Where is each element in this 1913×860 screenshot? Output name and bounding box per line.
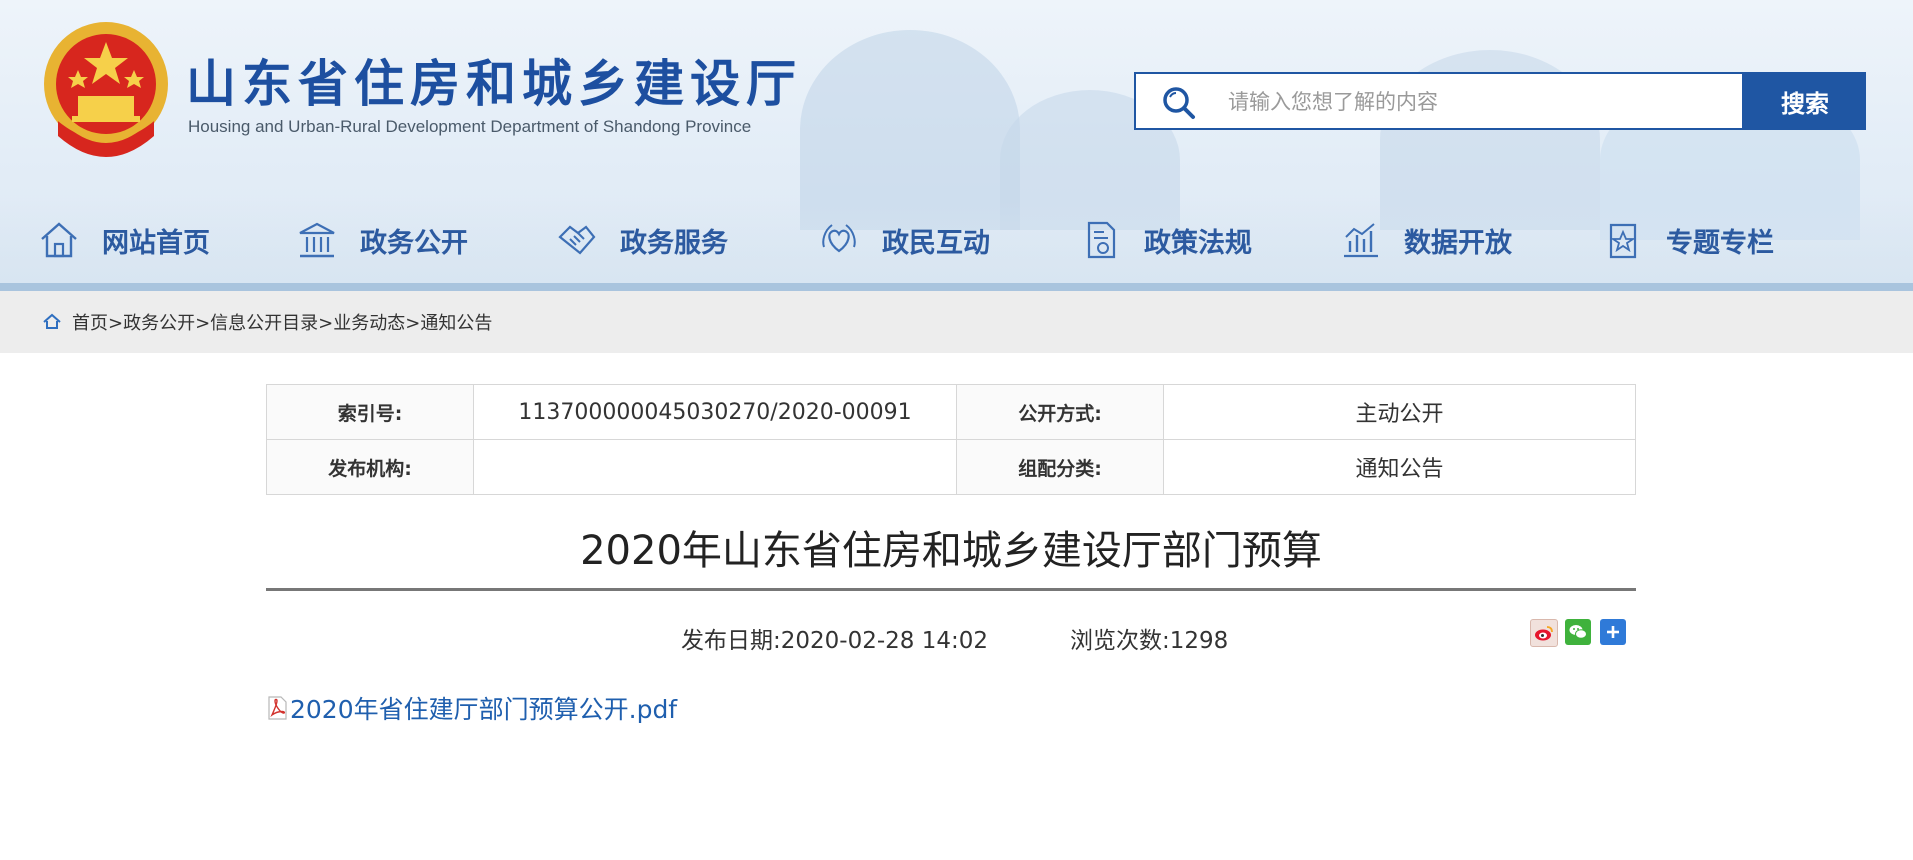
nav-item-government-services[interactable]: 政务服务 (556, 210, 728, 270)
site-title: 山东省住房和城乡建设厅 (186, 55, 802, 113)
nav-item-policies[interactable]: 政策法规 (1080, 210, 1252, 270)
star-document-icon (1609, 223, 1637, 259)
site-subtitle: Housing and Urban-Rural Development Depa… (188, 117, 752, 136)
document-meta-table: 索引号: 11370000004503027​0/2020-00091 公开方式… (266, 384, 1636, 495)
nav-item-open-data[interactable]: 数据开放 (1340, 210, 1512, 270)
article-title: 2020年山东省住房和城乡建设厅部门预算 (580, 528, 1322, 574)
government-building-icon (299, 222, 335, 258)
breadcrumb-text[interactable]: 首页>政务公开>信息公开目录>业务动态>通知公告 (72, 309, 492, 335)
document-icon (1087, 221, 1116, 259)
handshake-icon (558, 225, 596, 255)
wechat-icon[interactable] (1565, 619, 1591, 645)
nav-item-special-topics[interactable]: 专题专栏 (1602, 210, 1774, 270)
heart-hands-icon (822, 224, 856, 253)
category-label: 组配分类: (956, 439, 1164, 495)
nav-divider (0, 283, 1913, 291)
nav-item-public-interaction[interactable]: 政民互动 (818, 210, 990, 270)
search-box (1134, 72, 1744, 130)
attachment-link[interactable]: 2020年省住建厅部门预算公开.pdf (266, 690, 677, 726)
nav-item-home[interactable]: 网站首页 (38, 210, 210, 270)
attachment-filename[interactable]: 2020年省住建厅部门预算公开.pdf (290, 690, 677, 726)
nav-label-open-data: 数据开放 (1404, 227, 1512, 259)
search-button[interactable]: 搜索 (1744, 72, 1866, 130)
table-row: 索引号: 11370000004503027​0/2020-00091 公开方式… (266, 384, 1636, 440)
index-label: 索引号: (266, 384, 474, 440)
nav-item-government-affairs[interactable]: 政务公开 (296, 210, 468, 270)
publish-date: 发布日期:2020-02-28 14:02 (681, 628, 989, 654)
pdf-icon (268, 696, 287, 720)
table-row: 发布机构: 组配分类: 通知公告 (266, 439, 1636, 495)
nav-label-policies: 政策法规 (1144, 227, 1252, 259)
category-value: 通知公告 (1163, 439, 1636, 495)
add-share-icon[interactable] (1600, 619, 1626, 645)
main-nav: 网站首页 政务公开 政务服务 政民互动 政策法规 数据开放 专题专栏 (0, 210, 1913, 270)
nav-label-special-topics: 专题专栏 (1666, 227, 1774, 259)
bar-chart-icon (1344, 223, 1378, 258)
national-emblem-logo (44, 22, 168, 157)
search-input[interactable] (1226, 74, 1730, 130)
nav-label-government-services: 政务服务 (620, 227, 728, 259)
publisher-label: 发布机构: (266, 439, 474, 495)
breadcrumb-bar: 首页>政务公开>信息公开目录>业务动态>通知公告 (0, 291, 1913, 353)
method-value: 主动公开 (1163, 384, 1636, 440)
home-icon (43, 313, 61, 329)
title-divider (266, 588, 1636, 591)
home-icon (41, 222, 77, 258)
method-label: 公开方式: (956, 384, 1164, 440)
view-count: 浏览次数:1298 (1070, 628, 1229, 654)
weibo-icon[interactable] (1530, 619, 1558, 647)
index-value: 11370000004503027​0/2020-00091 (473, 384, 957, 440)
search-icon (1163, 87, 1195, 119)
nav-label-public-interaction: 政民互动 (882, 227, 990, 259)
nav-label-government-affairs: 政务公开 (360, 227, 468, 259)
publisher-value (473, 439, 957, 495)
nav-label-home: 网站首页 (102, 227, 210, 259)
site-header: 山东省住房和城乡建设厅 Housing and Urban-Rural Deve… (0, 0, 1913, 283)
breadcrumb[interactable]: 首页>政务公开>信息公开目录>业务动态>通知公告 (42, 309, 492, 335)
